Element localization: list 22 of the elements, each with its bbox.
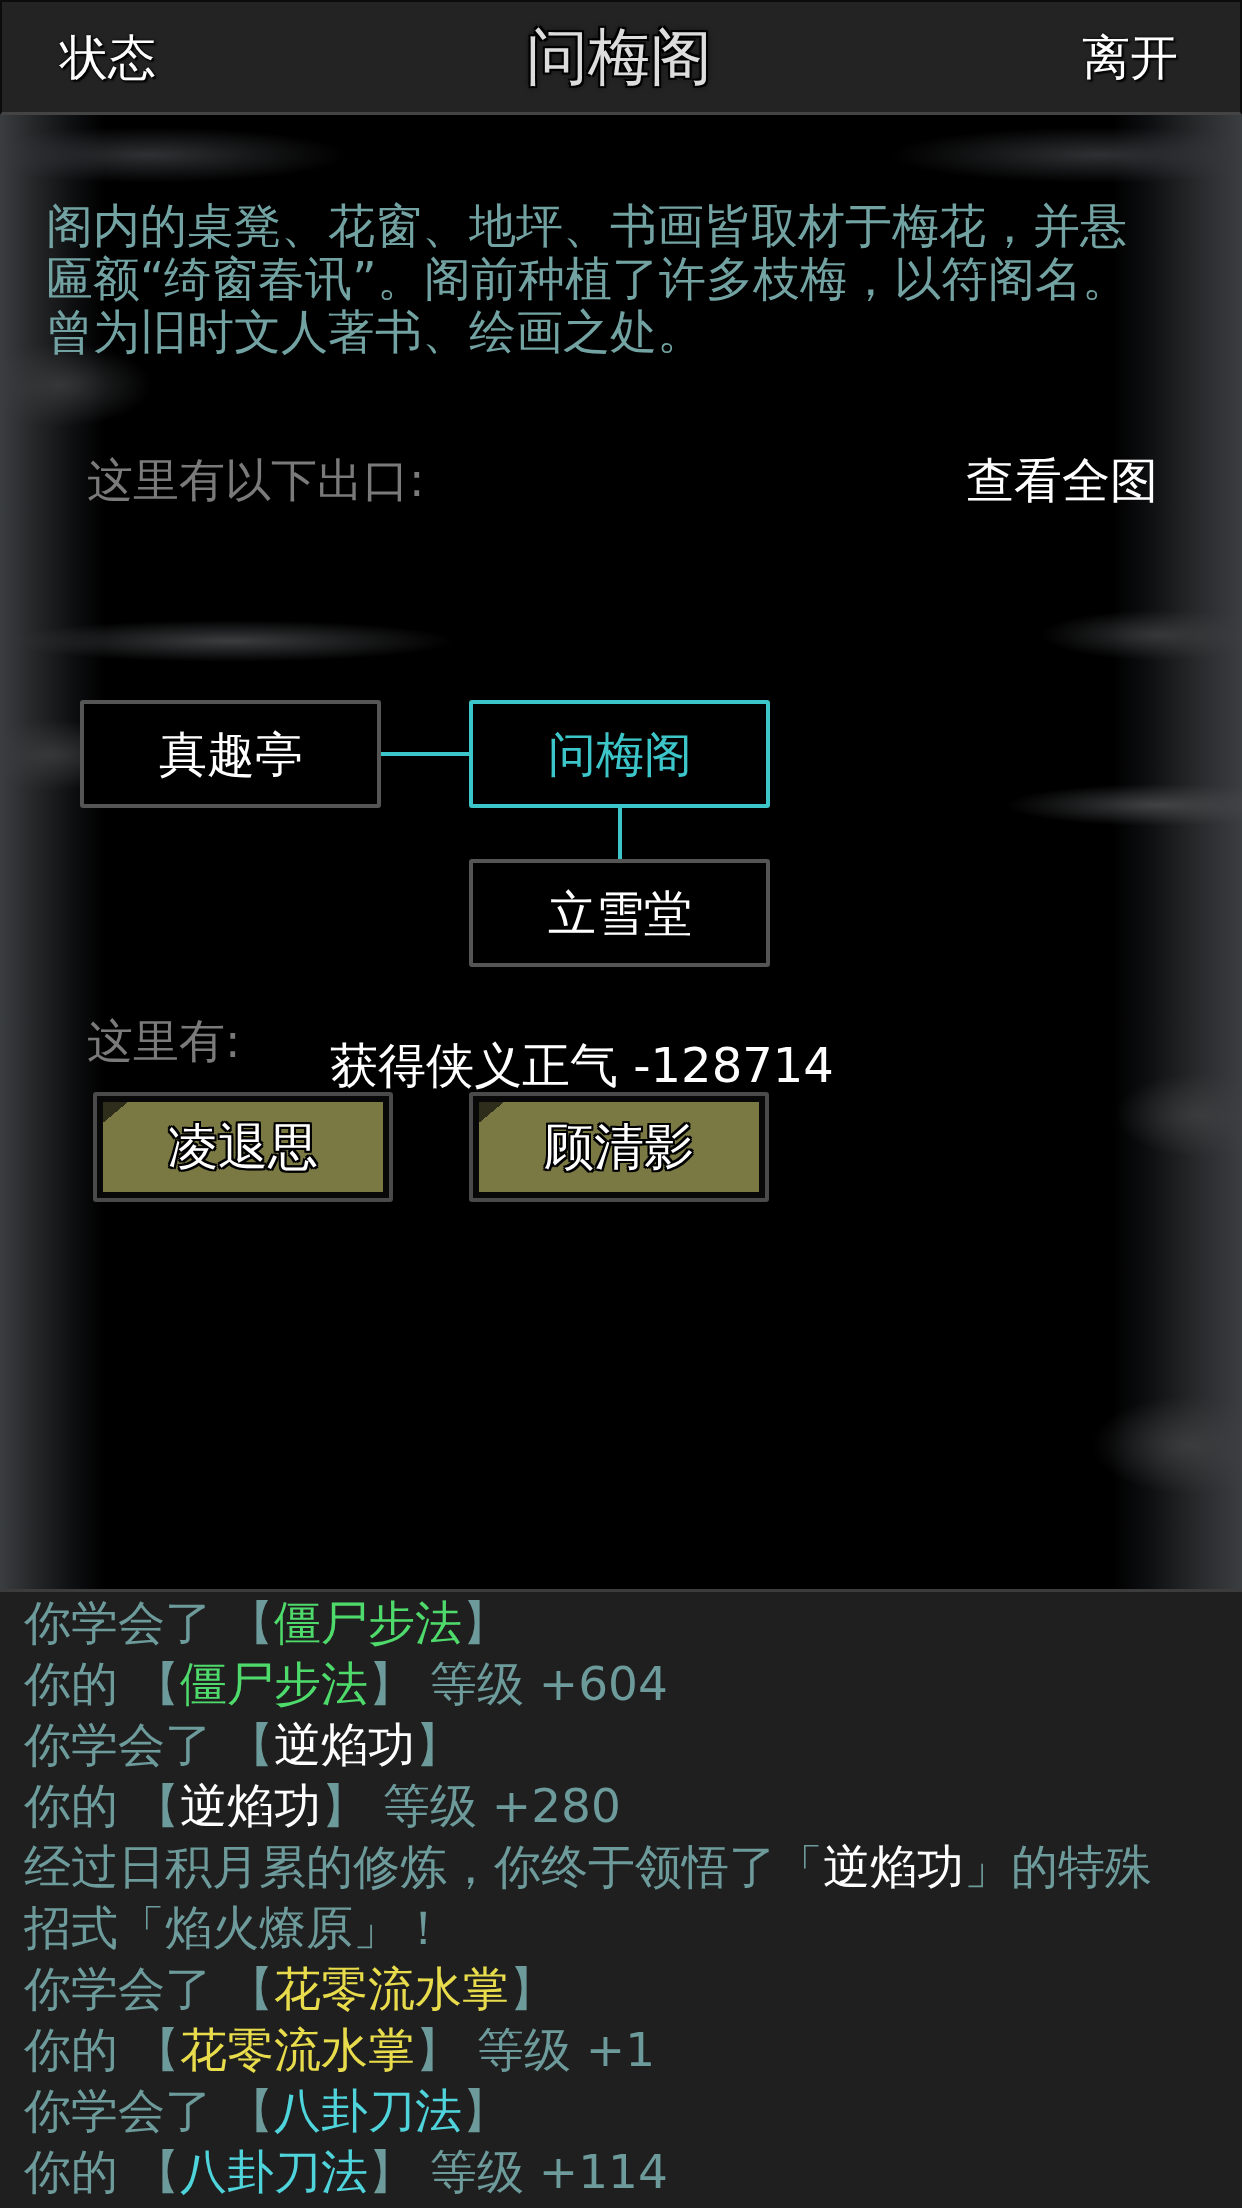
leave-button[interactable]: 离开 xyxy=(1082,27,1178,87)
log-message: 你的 【逆焰功】 等级 +280 xyxy=(24,1777,622,1835)
log-message: 你学会了 【花零流水掌】 xyxy=(24,1960,557,2018)
location-title: 问梅阁 xyxy=(526,19,712,95)
log-message: 你学会了 【僵尸步法】 xyxy=(24,1594,510,1652)
present-label: 这里有: xyxy=(87,1013,241,1070)
exits-label: 这里有以下出口: xyxy=(87,452,425,509)
npc-button[interactable]: 顾清影 xyxy=(469,1092,769,1202)
room-node[interactable]: 立雪堂 xyxy=(469,859,770,967)
log-message: 经过日积月累的修炼，你终于领悟了「逆焰功」的特殊招式「焰火燎原」！ xyxy=(24,1838,1153,1957)
location-description: 阁内的桌凳、花窗、地坪、书画皆取材于梅花，并悬 匾额“绮窗春讯”。阁前种植了许多枝梅，以符阁名。 曾为旧时文人著书、绘画之处。 xyxy=(46,199,1129,358)
view-map-button[interactable]: 查看全图 xyxy=(966,450,1158,510)
log-message: 你学会了 【逆焰功】 xyxy=(24,1716,463,1774)
npc-button[interactable]: 凌退思 xyxy=(93,1092,393,1202)
log-message: 你的 【八卦刀法】 等级 +114 xyxy=(24,2143,669,2201)
room-node[interactable]: 真趣亭 xyxy=(80,700,381,808)
room-node[interactable]: 问梅阁 xyxy=(469,700,770,808)
log-message: 你的 【花零流水掌】 等级 +1 xyxy=(24,2021,657,2079)
log-message: 你学会了 【八卦刀法】 xyxy=(24,2082,510,2140)
log-message: 你的 【僵尸步法】 等级 +604 xyxy=(24,1655,669,1713)
status-button[interactable]: 状态 xyxy=(60,27,156,87)
reward-notice: 获得侠义正气 -128714 xyxy=(330,1039,834,1091)
